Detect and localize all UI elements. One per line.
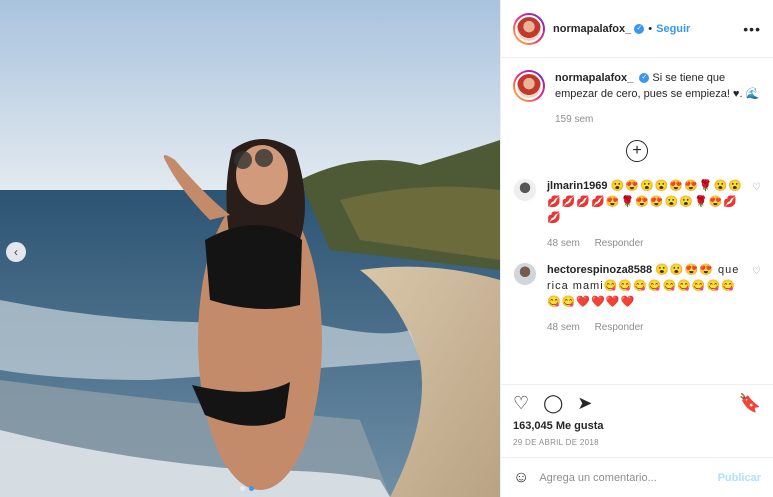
post-date[interactable]: 29 DE ABRIL DE 2018 [513,438,761,447]
avatar[interactable] [513,70,545,102]
comment-username[interactable]: hectorespinoza8588 [547,264,652,276]
comments-list: normapalafox_ ✓ Si se tiene que empezar … [501,58,773,384]
bookmark-icon[interactable]: 🔖 [739,393,761,414]
beach-photo [0,0,500,497]
load-more-comments[interactable]: + [513,140,761,162]
comment-item: jlmarin1969 😮😍😮😮😍😍🌹😮😮💋💋💋💋😍🌹😍😍😮😮🌹😍💋💋 48 s… [513,178,761,252]
heart-icon[interactable]: ♡ [513,393,529,414]
verified-badge-icon: ✓ [639,73,650,84]
emoji-icon[interactable]: ☺ [513,469,529,487]
avatar[interactable] [513,178,537,202]
comment-like-heart-icon[interactable]: ♡ [752,182,761,252]
comment-like-heart-icon[interactable]: ♡ [752,266,761,336]
follow-button[interactable]: Seguir [656,23,690,35]
comment-input[interactable]: Agrega un comentario... [539,472,717,484]
avatar[interactable] [513,12,545,45]
carousel-dot [240,486,245,491]
caption-time[interactable]: 159 sem [555,114,593,125]
caption: normapalafox_ ✓ Si se tiene que empezar … [513,70,761,128]
chevron-left-icon: ‹ [14,245,18,259]
likes-count[interactable]: 163,045 Me gusta [513,420,761,432]
avatar[interactable] [513,262,537,286]
plus-circle-icon[interactable]: + [626,140,648,162]
instagram-post: ‹ normapalafox_ ✓ • Seguir ••• normapala… [0,0,773,497]
share-icon[interactable]: ➤ [577,393,592,414]
post-sidebar: normapalafox_ ✓ • Seguir ••• normapalafo… [500,0,773,497]
publish-button[interactable]: Publicar [718,472,761,484]
comment-username[interactable]: jlmarin1969 [547,180,608,192]
post-actions: ♡ ◯ ➤ 🔖 163,045 Me gusta 29 DE ABRIL DE … [501,384,773,447]
comment-time[interactable]: 48 sem [547,238,580,249]
comment-icon[interactable]: ◯ [543,393,563,414]
carousel-dot-active [249,486,254,491]
add-comment-bar: ☺ Agrega un comentario... Publicar [501,457,773,497]
previous-photo-button[interactable]: ‹ [6,242,26,262]
carousel-indicator [240,486,254,491]
reply-button[interactable]: Responder [595,238,644,249]
verified-badge-icon: ✓ [634,23,645,34]
caption-username[interactable]: normapalafox_ [555,72,633,84]
post-photo[interactable]: ‹ [0,0,500,497]
post-header: normapalafox_ ✓ • Seguir ••• [501,0,773,58]
header-username[interactable]: normapalafox_ [553,23,631,35]
comment-item: hectorespinoza8588 😮😮😍😍 que rica mami😋😋😋… [513,262,761,336]
more-options-icon[interactable]: ••• [743,21,761,37]
comment-time[interactable]: 48 sem [547,322,580,333]
reply-button[interactable]: Responder [595,322,644,333]
separator: • [648,22,653,35]
